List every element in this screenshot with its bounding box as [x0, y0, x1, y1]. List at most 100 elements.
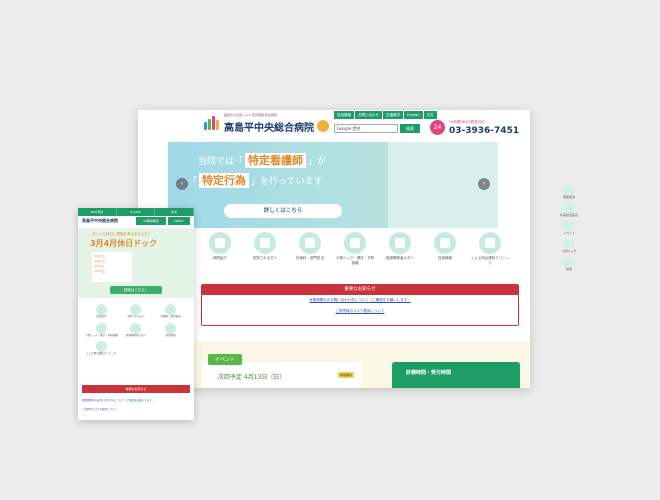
event-tag: イベント	[208, 354, 243, 365]
heartbeat-icon	[95, 322, 107, 334]
dialysis-icon	[479, 232, 501, 254]
hours-title: 診療時間・受付時間	[406, 370, 452, 376]
mobile-top-bar: Web予約 English 中文	[78, 208, 194, 216]
side-label: 外来担当医表	[559, 213, 578, 217]
mobile-category-item[interactable]: 人間ドック・健診・予防接種	[84, 322, 119, 338]
banner-date: 4/19(土)	[94, 269, 107, 273]
hero-banner: 当院では「 特定看護師 」が 「特定行為 」を行っています 詳しくはこちら ‹ ›	[168, 142, 498, 228]
phone-icon: 24	[430, 120, 445, 135]
mobile-notice-link[interactable]: ご来院時のマスク着用について	[82, 407, 190, 411]
search-button[interactable]: 検索	[400, 124, 420, 133]
category-label: イムス西台透析クリニック	[470, 256, 510, 265]
side-label: 採用	[565, 267, 572, 271]
event-date: 次回予定 4月13日（日）	[218, 374, 286, 381]
health-icon	[563, 185, 575, 195]
banner-title: 3月4月休日ドック	[90, 239, 158, 248]
mobile-category-item[interactable]: 医療関係者の方へ	[119, 322, 154, 338]
mobile-notice-title: 重要なお知らせ	[82, 385, 190, 393]
mobile-tel-button[interactable]: 24時間救急	[136, 217, 166, 225]
hero-details-button[interactable]: 詳しくはこちら	[224, 204, 342, 218]
category-nav: 病院紹介 来院される方へ 診療科・部門担当 人間ドック・健診・予防接種 医療関係…	[200, 232, 510, 266]
side-label: 健康案内	[562, 195, 575, 199]
mobile-category-label: 医療関係者の方へ	[125, 333, 146, 337]
schedule-icon	[563, 203, 575, 213]
nav-chinese[interactable]: 中文	[423, 111, 437, 119]
carousel-next-icon[interactable]: ›	[478, 178, 490, 190]
category-item[interactable]: 病院紹介	[200, 232, 240, 266]
nav-contact[interactable]: お問い合わせ	[355, 111, 382, 119]
mobile-screenshot: Web予約 English 中文 高島平中央総合病院 24時間救急 MENU ゆ…	[78, 208, 194, 420]
category-item[interactable]: 採用情報	[425, 232, 465, 266]
banner-dates: 3/8(土) 3/22(土) 4/5(土) 4/19(土)	[92, 252, 132, 282]
heart-icon	[563, 239, 575, 249]
side-fixed-nav: 健康案内 外来担当医表 イベント 人間ドック 採用	[558, 185, 580, 275]
mobile-category-nav: 病院紹介 来院される方へ 診療科・部門担当 人間ドック・健診・予防接種 医療関係…	[84, 304, 188, 356]
stethoscope-icon	[165, 304, 177, 315]
search-input[interactable]: Google 提供	[334, 124, 398, 133]
recruit-icon	[563, 257, 575, 267]
side-item[interactable]: 健康案内	[558, 185, 580, 199]
important-notice: 重要なお知らせ 休業期間中のお問い合わせ先について（ご確認をお願いします） ご来…	[201, 284, 519, 326]
hero-line-1: 当院では「 特定看護師 」が	[198, 152, 326, 168]
category-item[interactable]: イムス西台透析クリニック	[470, 232, 510, 266]
category-label: 来院される方へ	[252, 256, 278, 260]
notice-title: 重要なお知らせ	[202, 285, 518, 295]
mobile-top-item[interactable]: English	[117, 208, 156, 216]
category-item[interactable]: 診療科・部門担当	[290, 232, 330, 266]
mobile-category-item[interactable]: 診療科・部門担当	[153, 304, 188, 319]
side-item[interactable]: イベント	[558, 221, 580, 235]
side-item[interactable]: 採用	[558, 257, 580, 271]
nav-english[interactable]: English	[404, 111, 423, 119]
staff-icon	[165, 322, 177, 334]
logo-subtitle: 医療法人社団イムス 東京葛飾 総合病院	[224, 113, 277, 117]
category-item[interactable]: 来院される方へ	[245, 232, 285, 266]
mobile-top-item[interactable]: 中文	[155, 208, 194, 216]
nav-access[interactable]: 交通案内	[383, 111, 403, 119]
accreditation-badge-icon	[317, 120, 329, 132]
mobile-notice-link[interactable]: 休業期間中のお問い合わせ先について（ご確認をお願いします）	[82, 398, 190, 402]
mobile-category-label: 病院紹介	[96, 315, 107, 318]
phone-number[interactable]: 03-3936-7451	[449, 126, 519, 136]
hospital-icon	[209, 232, 231, 254]
clipboard-icon	[130, 304, 142, 315]
mobile-category-label: 人間ドック・健診・予防接種	[85, 333, 118, 337]
banner-button[interactable]: 詳細はこちら！	[110, 286, 162, 294]
hospital-logo-icon	[204, 116, 220, 130]
top-nav: 採用情報 お問い合わせ 交通案内 English 中文	[334, 111, 437, 119]
category-item[interactable]: 医療関係者の方へ	[380, 232, 420, 266]
hero-text: 当院では「	[198, 157, 244, 167]
side-item[interactable]: 外来担当医表	[558, 203, 580, 217]
mobile-category-item[interactable]: イムス西台透析クリニック	[84, 341, 119, 356]
mobile-category-item[interactable]: 病院紹介	[84, 304, 119, 319]
mobile-logo[interactable]: 高島平中央総合病院	[82, 218, 118, 224]
mobile-top-item[interactable]: Web予約	[78, 208, 117, 216]
event-badge: 参加無料	[338, 372, 355, 378]
mobile-category-label: 採用情報	[165, 333, 176, 337]
desktop-screenshot: 医療法人社団イムス 東京葛飾 総合病院 高島平中央総合病院 採用情報 お問い合わ…	[138, 110, 530, 388]
hero-highlight: 特定看護師	[245, 153, 307, 168]
category-label: 病院紹介	[213, 256, 227, 260]
hero-line-2: 「特定行為 」を行っています	[188, 172, 323, 188]
carousel-prev-icon[interactable]: ‹	[176, 178, 188, 190]
hero-text: 」を行っています	[251, 177, 323, 187]
side-label: イベント	[562, 231, 575, 235]
dialysis-icon	[95, 341, 107, 352]
logo-name[interactable]: 高島平中央総合病院	[224, 119, 314, 134]
side-item[interactable]: 人間ドック	[558, 239, 580, 253]
mobile-category-item[interactable]: 採用情報	[153, 322, 188, 338]
notice-link[interactable]: ご来院時のマスク着用について	[202, 306, 518, 317]
banner-sub: ゆっくり休日に健康を考えませんか？	[92, 232, 152, 236]
hero-highlight: 特定行為	[199, 173, 250, 188]
hero-text: 「	[188, 177, 198, 187]
mobile-category-label: 診療科・部門担当	[160, 315, 181, 318]
flower-icon	[389, 232, 411, 254]
nav-recruit[interactable]: 採用情報	[334, 111, 354, 119]
notice-link[interactable]: 休業期間中のお問い合わせ先について（ご確認をお願いします）	[202, 295, 518, 306]
mobile-category-item[interactable]: 来院される方へ	[119, 304, 154, 319]
site-header: 医療法人社団イムス 東京葛飾 総合病院 高島平中央総合病院 採用情報 お問い合わ…	[138, 110, 530, 140]
hospital-icon	[95, 304, 107, 315]
event-icon	[563, 221, 575, 231]
category-item[interactable]: 人間ドック・健診・予防接種	[335, 232, 375, 266]
mobile-menu-button[interactable]: MENU	[168, 217, 190, 225]
stethoscope-icon	[299, 232, 321, 254]
